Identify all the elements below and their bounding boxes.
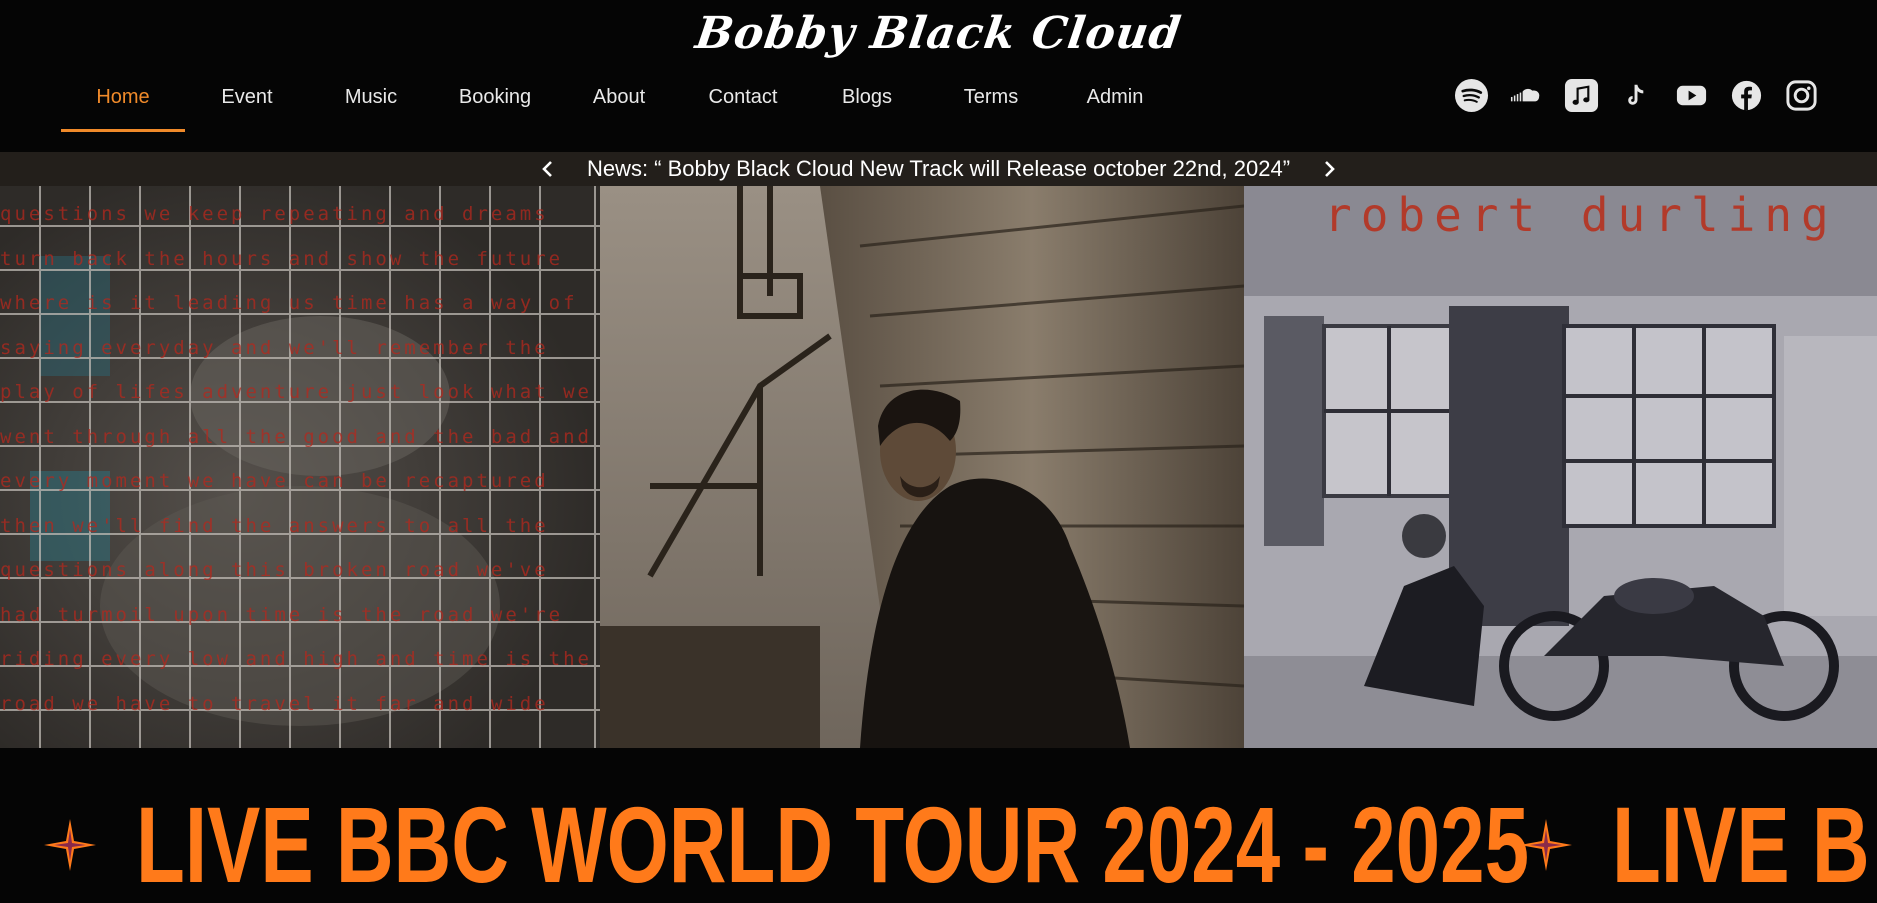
youtube-icon[interactable] [1674,78,1709,113]
chevron-right-icon[interactable] [1314,154,1344,184]
site-logo-title[interactable]: Bobby Black Cloud [0,8,1877,59]
social-links [1454,78,1819,113]
lyrics-line: saying everyday and we'll remember the [0,336,549,359]
lyrics-line: road we have to travel it far and wide [0,692,549,715]
news-ticker: News: “ Bobby Black Cloud New Track will… [0,152,1877,186]
nav-item-label: Contact [708,86,778,108]
lyrics-line: play of lifes adventure just look what w… [0,381,592,403]
nav-item-label: Home [96,86,150,108]
marquee-fragment: 5 [0,790,18,900]
star-icon [44,819,96,871]
nav-item-contact[interactable]: Contact [681,78,805,132]
album-cover-portrait [600,186,1244,748]
site-header: Bobby Black Cloud Home Event Music Booki… [0,0,1877,152]
tour-marquee: 5 LIVE BBC WORLD TOUR 2024 - 2025 LIVE B [0,748,1877,903]
facebook-icon[interactable] [1729,78,1764,113]
nav-item-label: Blogs [841,86,893,108]
nav-item-about[interactable]: About [557,78,681,132]
album-cover-lyrics: questions we keep repeating and dreams t… [0,186,600,748]
nav-item-label: Music [344,86,398,108]
nav-item-event[interactable]: Event [185,78,309,132]
chevron-left-icon[interactable] [533,154,563,184]
lyrics-line: had turmoil upon time is the road we're [0,603,564,626]
lyrics-line: every moment we have can be recaptured [0,470,549,492]
nav-item-label: Booking [458,86,532,108]
nav-item-home[interactable]: Home [61,78,185,132]
lyrics-line: questions along this broken road we've [0,559,549,581]
hero-album-collage: questions we keep repeating and dreams t… [0,186,1877,748]
nav-item-label: Event [221,86,273,108]
spotify-icon[interactable] [1454,78,1489,113]
main-nav: Home Event Music Booking About Contact B… [61,78,1177,132]
nav-item-blogs[interactable]: Blogs [805,78,929,132]
apple-music-icon[interactable] [1564,78,1599,113]
nav-item-label: Admin [1086,86,1144,108]
active-underline [61,129,185,132]
nav-item-admin[interactable]: Admin [1053,78,1177,132]
lyrics-line: then we'll find the answers to all the [0,514,549,537]
news-headline[interactable]: News: “ Bobby Black Cloud New Track will… [587,156,1290,182]
album-lyrics-text: questions we keep repeating and dreams t… [0,192,600,726]
nav-item-label: About [592,86,646,108]
nav-item-music[interactable]: Music [309,78,433,132]
album-title: robert durling [1324,188,1838,242]
instagram-icon[interactable] [1784,78,1819,113]
marquee-fragment: LIVE B [1612,784,1870,903]
nav-item-booking[interactable]: Booking [433,78,557,132]
lyrics-line: riding every low and high and time is th… [0,648,592,670]
nav-item-terms[interactable]: Terms [929,78,1053,132]
tiktok-icon[interactable] [1619,78,1654,113]
lyrics-line: went through all the good and the bad an… [0,425,592,448]
lyrics-line: where is it leading us time has a way of [0,292,578,314]
album-cover-storefront: robert durling [1244,186,1877,748]
lyrics-line: turn back the hours and show the future [0,247,564,270]
nav-item-label: Terms [963,86,1019,108]
storefront-artwork [1244,186,1877,748]
marquee-track: 5 LIVE BBC WORLD TOUR 2024 - 2025 LIVE B [0,790,1877,900]
marquee-tour-text: LIVE BBC WORLD TOUR 2024 - 2025 [136,784,1530,903]
portrait-artwork [600,186,1244,748]
lyrics-line: questions we keep repeating and dreams [0,203,549,225]
soundcloud-icon[interactable] [1509,78,1544,113]
